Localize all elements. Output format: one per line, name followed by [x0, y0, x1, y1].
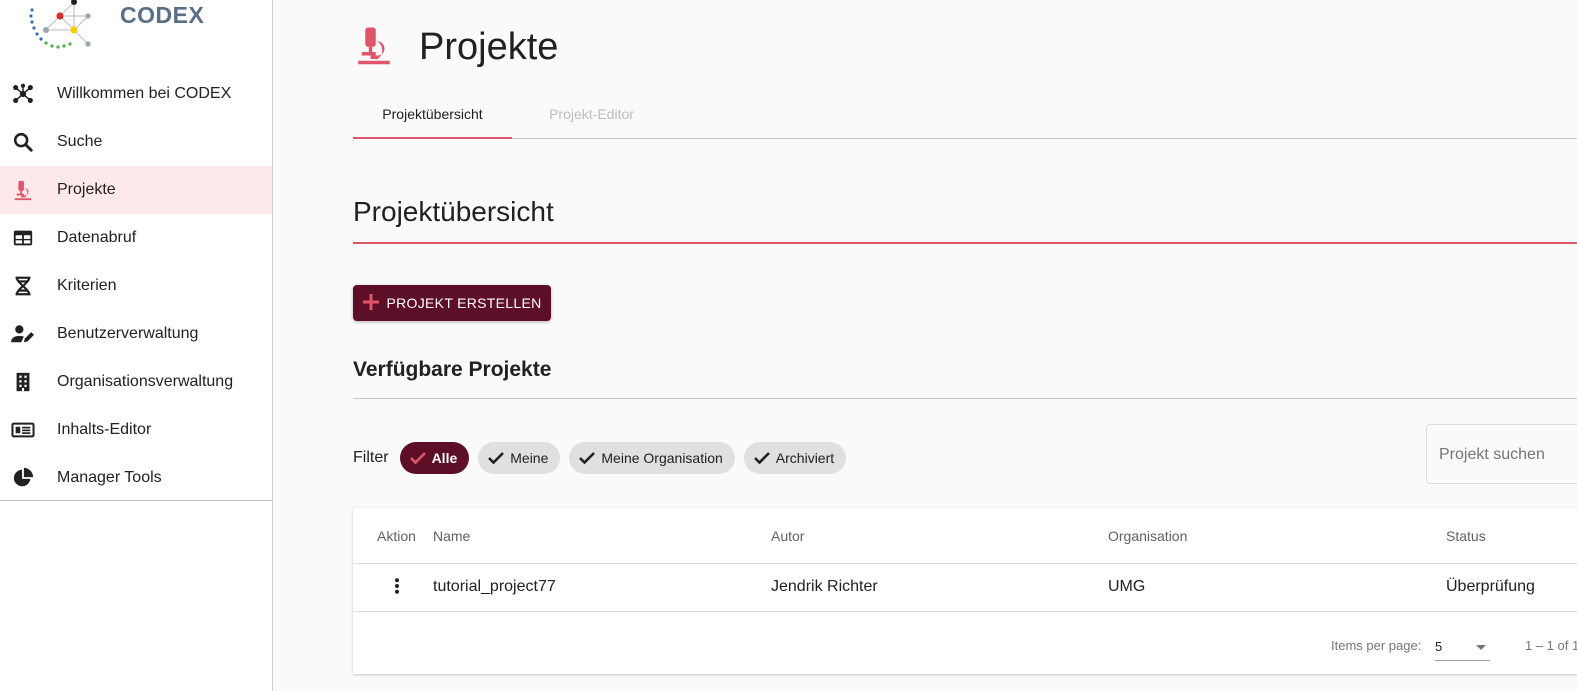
sidebar-item-label: Willkommen bei CODEX — [57, 85, 232, 102]
page-size-value: 5 — [1435, 639, 1443, 654]
sidebar-item-datenabruf[interactable]: Datenabruf — [0, 214, 272, 262]
sidebar-item-willkommen[interactable]: Willkommen bei CODEX — [0, 70, 272, 118]
sidebar: CODEX Willkommen bei CODEX Suche Projekt… — [0, 0, 273, 691]
column-header-aktion: Aktion — [377, 528, 416, 544]
check-icon — [579, 451, 596, 465]
tab-bar: Projektübersicht Projekt-Editor — [353, 90, 1577, 139]
building-icon — [11, 370, 35, 394]
tab-projekt-editor[interactable]: Projekt-Editor — [512, 90, 671, 138]
page-header: Projekte — [353, 22, 558, 72]
sidebar-item-suche[interactable]: Suche — [0, 118, 272, 166]
page-title: Projekte — [419, 25, 559, 68]
tab-projektuebersicht[interactable]: Projektübersicht — [353, 90, 512, 139]
sidebar-item-label: Kriterien — [57, 277, 117, 294]
check-icon — [753, 451, 770, 465]
filter-row: Filter Alle Meine Meine Organisation Arc… — [353, 441, 855, 475]
hub-icon — [11, 82, 35, 106]
check-icon — [488, 451, 505, 465]
chip-label: Meine — [510, 450, 549, 466]
sidebar-divider — [0, 500, 272, 501]
column-header-autor[interactable]: Autor — [771, 528, 804, 544]
cell-author: Jendrik Richter — [771, 578, 878, 595]
project-search-field — [1426, 424, 1577, 485]
create-project-button[interactable]: PROJEKT ERSTELLEN — [353, 285, 551, 321]
sidebar-item-inhalts-editor[interactable]: Inhalts-Editor — [0, 406, 272, 454]
chip-label: Archiviert — [775, 450, 835, 466]
create-project-label: PROJEKT ERSTELLEN — [386, 295, 542, 311]
sidebar-item-label: Organisationsverwaltung — [57, 373, 234, 390]
items-per-page-label: Items per page: — [1331, 638, 1422, 653]
sidebar-item-label: Manager Tools — [57, 469, 162, 486]
sidebar-item-label: Inhalts-Editor — [57, 421, 152, 438]
table-row[interactable]: tutorial_project77 Jendrik Richter UMG Ü… — [353, 564, 1577, 612]
sidebar-item-label: Datenabruf — [57, 229, 137, 246]
paginator: Items per page: 5 1 – 1 of 1 — [353, 612, 1577, 674]
logo-text: CODEX — [120, 2, 205, 28]
chip-label: Alle — [431, 450, 458, 466]
sidebar-item-label: Suche — [57, 133, 103, 150]
search-icon — [11, 130, 35, 154]
column-header-status[interactable]: Status — [1446, 528, 1486, 544]
filter-label: Filter — [353, 449, 389, 466]
check-icon — [409, 451, 426, 465]
project-search-input[interactable] — [1427, 425, 1577, 485]
card-icon — [11, 418, 35, 442]
microscope-icon — [353, 24, 395, 71]
sidebar-item-label: Benutzerverwaltung — [57, 325, 199, 342]
codex-logo[interactable]: CODEX — [18, 0, 204, 52]
projects-table: Aktion Name Autor Organisation Status tu… — [353, 508, 1577, 674]
microscope-icon — [11, 178, 35, 202]
sidebar-item-label: Projekte — [57, 181, 116, 198]
sidebar-item-organisationsverwaltung[interactable]: Organisationsverwaltung — [0, 358, 272, 406]
page-range-label: 1 – 1 of 1 — [1525, 638, 1577, 653]
logo-network-graphic — [29, 0, 91, 49]
table-icon — [11, 226, 35, 250]
sidebar-item-benutzerverwaltung[interactable]: Benutzerverwaltung — [0, 310, 272, 358]
dropdown-arrow-icon — [1476, 645, 1486, 650]
sidebar-nav: Willkommen bei CODEX Suche Projekte Date… — [0, 70, 272, 502]
cell-name: tutorial_project77 — [433, 578, 556, 595]
column-header-name[interactable]: Name — [433, 528, 470, 544]
cell-organisation: UMG — [1108, 578, 1146, 595]
section-title: Projektübersicht — [353, 196, 1577, 244]
cell-status: Überprüfung — [1446, 578, 1535, 595]
sidebar-item-manager-tools[interactable]: Manager Tools — [0, 454, 272, 502]
filter-chip-archiviert[interactable]: Archiviert — [743, 442, 847, 474]
filter-chip-alle[interactable]: Alle — [399, 442, 470, 474]
more-vert-icon[interactable] — [385, 574, 409, 598]
filter-chip-meine[interactable]: Meine — [478, 442, 561, 474]
page-size-select[interactable]: 5 — [1435, 634, 1490, 661]
filter-chip-meine-organisation[interactable]: Meine Organisation — [569, 442, 735, 474]
dna-icon — [11, 274, 35, 298]
user-edit-icon — [11, 322, 35, 346]
table-header: Aktion Name Autor Organisation Status — [353, 508, 1577, 564]
plus-icon — [362, 293, 379, 313]
sidebar-item-kriterien[interactable]: Kriterien — [0, 262, 272, 310]
pie-chart-icon — [11, 466, 35, 490]
chip-label: Meine Organisation — [601, 450, 723, 466]
sidebar-item-projekte[interactable]: Projekte — [0, 166, 272, 214]
available-projects-heading: Verfügbare Projekte — [353, 358, 1577, 399]
column-header-organisation[interactable]: Organisation — [1108, 528, 1187, 544]
